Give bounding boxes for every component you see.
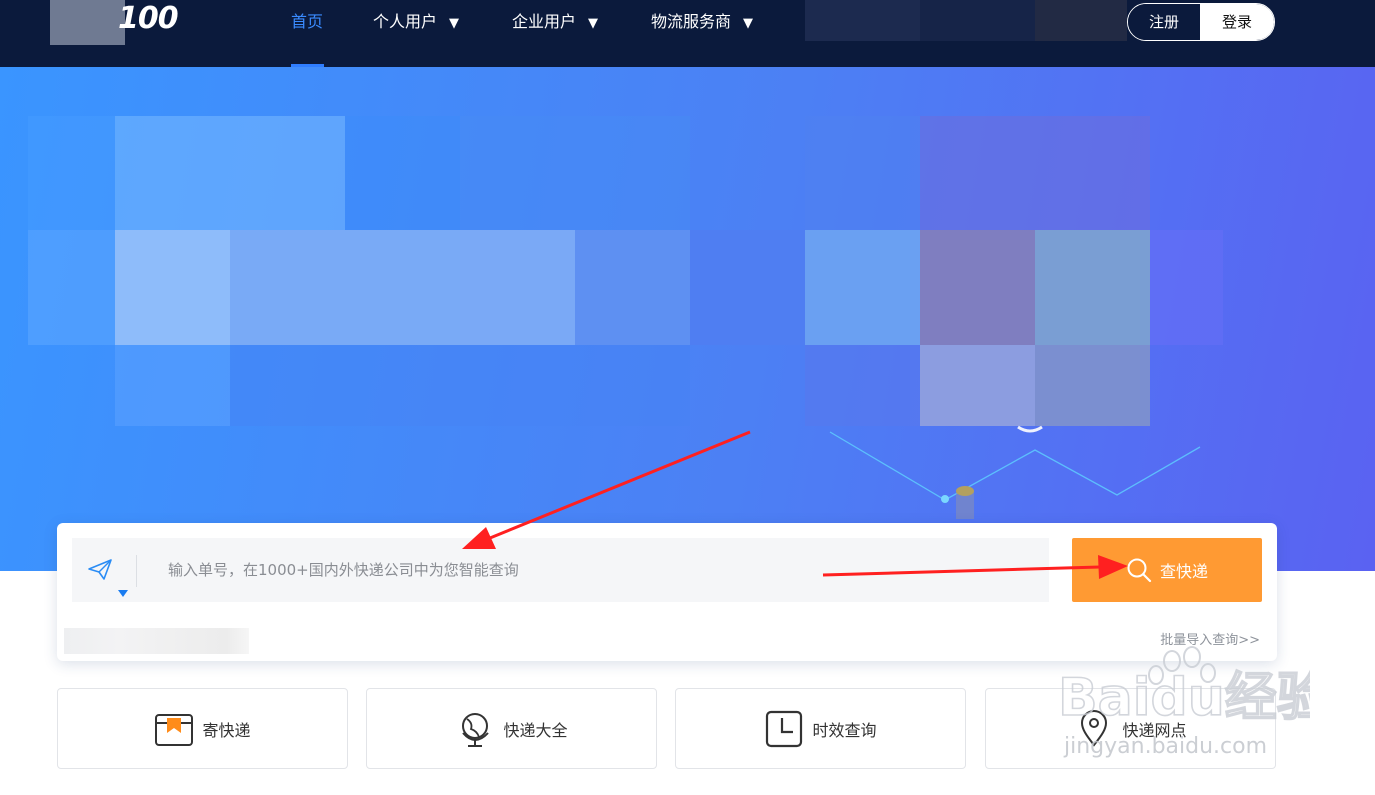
nav-logistics-providers[interactable]: 物流服务商 ▼ [651, 0, 753, 44]
top-navigation-bar: 100 首页 个人用户 ▼ 企业用户 ▼ 物流服务商 ▼ 注册 登录 [0, 0, 1375, 67]
service-express-outlets[interactable]: 快递网点 [985, 688, 1276, 769]
nav-home-label: 首页 [291, 12, 324, 31]
login-button[interactable]: 登录 [1200, 4, 1274, 40]
search-express-button[interactable]: 查快递 [1072, 538, 1262, 602]
globe-icon [455, 709, 495, 749]
divider [136, 555, 137, 587]
search-box [72, 538, 1049, 602]
service-label: 时效查询 [812, 720, 877, 740]
blurred-nav-region [805, 0, 920, 41]
service-label: 寄快递 [202, 720, 251, 740]
service-delivery-time[interactable]: 时效查询 [675, 688, 966, 769]
location-pin-icon [1074, 709, 1114, 749]
search-icon [1127, 558, 1152, 583]
nav-logistics-providers-label: 物流服务商 [651, 12, 732, 31]
hero-banner [0, 67, 1375, 571]
auth-buttons: 注册 登录 [1127, 3, 1275, 41]
blurred-nav-region [1035, 0, 1127, 41]
package-icon [154, 709, 194, 749]
paper-plane-icon[interactable] [87, 558, 113, 582]
service-label: 快递网点 [1122, 720, 1187, 740]
clock-icon [764, 709, 804, 749]
caret-down-icon[interactable] [118, 590, 128, 597]
caret-down-icon: ▼ [449, 16, 460, 31]
caret-down-icon: ▼ [588, 16, 599, 31]
caret-down-icon: ▼ [743, 16, 754, 31]
nav-personal-users[interactable]: 个人用户 ▼ [373, 0, 459, 44]
tracking-number-input[interactable] [152, 538, 1032, 602]
nav-enterprise-users-label: 企业用户 [512, 12, 577, 31]
nav-enterprise-users[interactable]: 企业用户 ▼ [512, 0, 598, 44]
search-button-label: 查快递 [1159, 562, 1208, 581]
service-express-directory[interactable]: 快递大全 [366, 688, 657, 769]
nav-personal-users-label: 个人用户 [373, 12, 438, 31]
nav-home[interactable]: 首页 [291, 0, 323, 44]
service-send-express[interactable]: 寄快递 [57, 688, 348, 769]
logo-blurred[interactable] [50, 0, 125, 45]
blurred-history [64, 628, 249, 654]
batch-import-link[interactable]: 批量导入查询>> [1160, 629, 1260, 648]
register-button[interactable]: 注册 [1128, 4, 1200, 40]
blurred-nav-region [920, 0, 1035, 41]
service-label: 快递大全 [503, 720, 568, 740]
logo-number[interactable]: 100 [118, 0, 179, 40]
hero-decoration [829, 425, 1201, 519]
search-card: 查快递 批量导入查询>> [57, 523, 1277, 661]
